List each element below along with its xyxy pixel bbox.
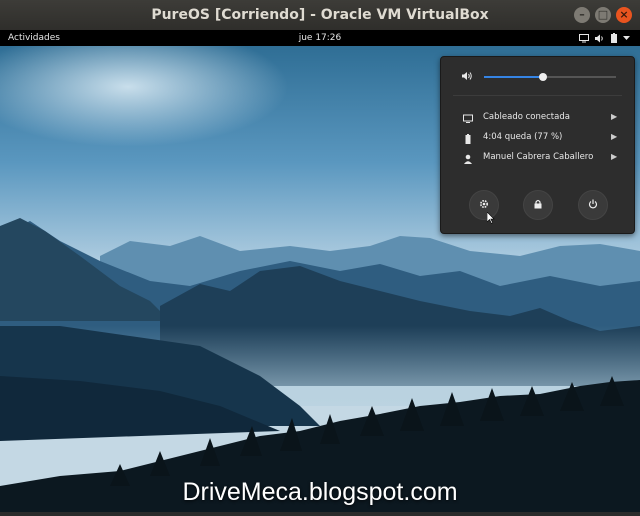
menu-action-buttons <box>441 190 634 220</box>
menu-item-label: Cableado conectada <box>483 112 570 122</box>
menu-item-user[interactable]: Manuel Cabrera Caballero ▶ <box>441 147 634 167</box>
display-icon <box>463 112 473 123</box>
lock-button[interactable] <box>523 190 553 220</box>
chevron-down-icon <box>623 35 630 41</box>
window-controls: – □ × <box>574 7 632 23</box>
menu-separator <box>453 95 622 96</box>
system-menu-popover: Cableado conectada ▶ 4:04 queda (77 %) ▶… <box>440 56 635 234</box>
display-icon <box>579 33 589 43</box>
minimize-button[interactable]: – <box>574 7 590 23</box>
menu-item-battery[interactable]: 4:04 queda (77 %) ▶ <box>441 127 634 147</box>
maximize-button[interactable]: □ <box>595 7 611 23</box>
volume-row <box>441 69 634 85</box>
chevron-right-icon: ▶ <box>611 132 618 141</box>
chevron-right-icon: ▶ <box>611 152 618 161</box>
volume-slider[interactable] <box>484 73 616 81</box>
volume-slider-knob[interactable] <box>539 73 548 81</box>
battery-icon <box>463 132 473 144</box>
system-tray[interactable] <box>579 30 630 46</box>
power-button[interactable] <box>578 190 608 220</box>
volume-slider-fill <box>484 76 544 78</box>
power-icon <box>588 199 598 212</box>
watermark-text: DriveMeca.blogspot.com <box>182 478 458 506</box>
chevron-right-icon: ▶ <box>611 112 618 121</box>
battery-icon <box>611 33 617 43</box>
menu-item-label: 4:04 queda (77 %) <box>483 132 563 142</box>
window-title: PureOS [Corriendo] - Oracle VM VirtualBo… <box>151 7 489 23</box>
window-titlebar: PureOS [Corriendo] - Oracle VM VirtualBo… <box>0 0 640 30</box>
volume-icon <box>595 34 605 43</box>
mouse-cursor <box>486 209 495 228</box>
close-button[interactable]: × <box>616 7 632 23</box>
user-icon <box>463 152 473 164</box>
lock-icon <box>533 199 543 212</box>
clock[interactable]: jue 17:26 <box>0 30 640 46</box>
menu-item-label: Manuel Cabrera Caballero <box>483 152 594 162</box>
menu-item-wired[interactable]: Cableado conectada ▶ <box>441 107 634 127</box>
gnome-top-bar: Actividades jue 17:26 <box>0 30 640 46</box>
volume-icon <box>462 71 473 84</box>
